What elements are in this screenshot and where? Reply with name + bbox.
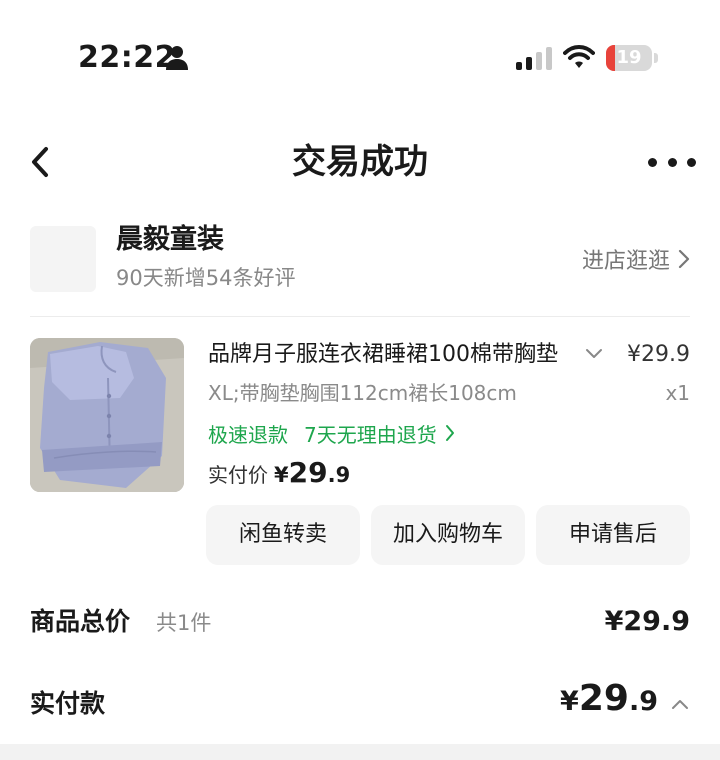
visit-shop-link[interactable]: 进店逛逛 [582,242,690,276]
service-fast-refund: 极速退款 [208,422,288,447]
add-to-cart-button[interactable]: 加入购物车 [371,505,525,565]
shop-row[interactable]: 晨毅童装 90天新增54条好评 进店逛逛 [0,218,720,302]
person-icon [166,46,188,70]
paid-total-value: ¥29.9 [560,678,658,719]
paid-price-value: ¥29.9 [274,456,351,489]
goods-total-label: 商品总价 [30,607,131,636]
product-quantity: x1 [665,381,690,405]
product-paid-price: 实付价 ¥29.9 [208,456,350,496]
paid-price-label: 实付价 [208,463,268,487]
page-title: 交易成功 [292,142,428,182]
more-dots-icon [648,157,657,167]
nav-bar: 交易成功 [0,120,720,204]
product-photo [30,338,184,492]
product-sku: XL;带胸垫胸围112cm裙长108cm [208,381,517,405]
more-button[interactable] [648,150,696,174]
resell-xianyu-button[interactable]: 闲鱼转卖 [206,505,360,565]
order-product: 品牌月子服连衣裙睡裙100棉带胸垫 ¥29.9 XL;带胸垫胸围112cm裙长1… [0,330,720,580]
battery-indicator: 19 [606,45,652,71]
after-sales-button[interactable]: 申请售后 [536,505,690,565]
signal-icon [516,47,552,70]
more-dots-icon [667,157,677,167]
shop-logo[interactable] [30,226,96,292]
shop-name[interactable]: 晨毅童装 [116,222,224,258]
bottom-section-edge [0,744,720,760]
product-title[interactable]: 品牌月子服连衣裙睡裙100棉带胸垫 [208,340,580,370]
product-image[interactable] [30,338,184,492]
goods-total-value: ¥29.9 [604,606,690,637]
status-time: 22:22 [78,40,176,75]
goods-total-row: 商品总价 共1件 ¥29.9 [30,598,690,648]
chevron-down-icon[interactable] [584,344,604,364]
chevron-right-icon [678,249,690,269]
status-bar: 22:22 19 [0,0,720,118]
product-actions: 闲鱼转卖 加入购物车 申请售后 [206,505,690,565]
service-guarantee[interactable]: 极速退款 7天无理由退货 [208,418,455,448]
visit-shop-label: 进店逛逛 [581,249,670,274]
shop-review-summary: 90天新增54条好评 [116,266,296,290]
paid-total-label: 实付款 [30,689,106,718]
goods-count: 共1件 [156,611,212,635]
chevron-up-icon[interactable] [670,694,690,714]
product-price: ¥29.9 [627,342,690,367]
service-7day-return: 7天无理由退货 [304,422,437,447]
battery-cap [654,53,658,63]
more-dots-icon [687,157,696,167]
divider [30,316,690,317]
wifi-icon [563,45,595,68]
paid-total-row[interactable]: 实付款 ¥29.9 [30,678,690,734]
battery-level: 19 [616,47,642,68]
chevron-right-icon [445,425,454,441]
